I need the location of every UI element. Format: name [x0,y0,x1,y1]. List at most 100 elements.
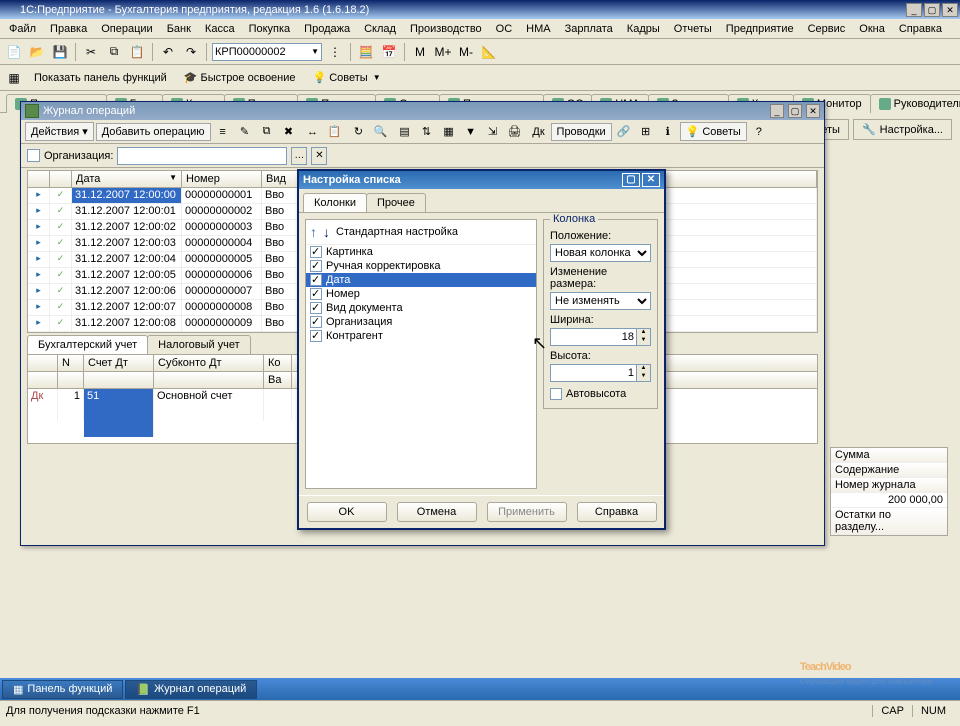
move-up-icon[interactable]: ↑ [310,224,317,240]
org-checkbox[interactable] [27,149,40,162]
list-icon[interactable]: ⋮ [325,42,345,62]
tab-nalog[interactable]: Налоговый учет [147,335,251,354]
menu-НМА[interactable]: НМА [519,21,557,37]
column-checkbox[interactable] [310,288,322,300]
ok-button[interactable]: OK [307,502,387,522]
undo-icon[interactable]: ↶ [158,42,178,62]
edit-icon[interactable]: ✎ [235,122,255,142]
column-item-4[interactable]: Вид документа [306,301,536,315]
help-icon[interactable]: ? [749,122,769,142]
height-input[interactable]: ▲▼ [550,364,651,382]
menu-Касса[interactable]: Касса [198,21,242,37]
journal-close-button[interactable]: ✕ [806,104,820,118]
task-panel-functions[interactable]: ▦ Панель функций [2,680,123,699]
cancel-button[interactable]: Отмена [397,502,477,522]
new-icon[interactable]: 📄 [4,42,24,62]
add-operation-button[interactable]: Добавить операцию [96,123,211,141]
panel-icon[interactable]: ▦ [4,68,24,88]
columns-list[interactable]: ↑ ↓ Стандартная настройка КартинкаРучная… [305,219,537,489]
journal-tips-button[interactable]: 💡Советы [680,122,747,141]
paste-icon[interactable]: 📋 [127,42,147,62]
column-item-6[interactable]: Контрагент [306,329,536,343]
dialog-maximize-button[interactable]: ▢ [622,173,640,187]
nav-icon[interactable]: ↔ [303,122,323,142]
mplus-icon[interactable]: M+ [433,42,453,62]
style-icon[interactable]: 📐 [479,42,499,62]
tips-button[interactable]: 💡Советы▼ [306,68,388,87]
doc-icon[interactable]: 📋 [325,122,345,142]
document-combo[interactable]: КРП00000002 ▼ [212,43,322,61]
org-clear-button[interactable]: … [291,147,307,165]
quick-learn-button[interactable]: 🎓Быстрое освоение [177,68,303,87]
menu-Производство[interactable]: Производство [403,21,489,37]
move-down-icon[interactable]: ↓ [323,224,330,240]
column-checkbox[interactable] [310,302,322,314]
calendar-icon[interactable]: 📅 [379,42,399,62]
menu-Файл[interactable]: Файл [2,21,43,37]
org-select-button[interactable]: ✕ [311,147,327,165]
menu-Склад[interactable]: Склад [357,21,403,37]
org-field[interactable] [117,147,287,165]
refresh-icon[interactable]: ↻ [349,122,369,142]
default-settings-link[interactable]: Стандартная настройка [336,226,458,238]
menu-Продажа[interactable]: Продажа [297,21,357,37]
delete-icon[interactable]: ✖ [279,122,299,142]
spin-down-icon[interactable]: ▼ [636,337,650,345]
width-input[interactable]: ▲▼ [550,328,651,346]
close-button[interactable]: ✕ [942,3,958,17]
menu-Кадры[interactable]: Кадры [620,21,667,37]
funnel-icon[interactable]: ▼ [461,122,481,142]
summary-ostatki[interactable]: Остатки по разделу... [831,508,947,535]
minimize-button[interactable]: _ [906,3,922,17]
link-icon[interactable]: 🔗 [614,122,634,142]
provodki-button[interactable]: Проводки [551,123,612,141]
menu-ОС[interactable]: ОС [489,21,520,37]
mminus-icon[interactable]: M- [456,42,476,62]
export-icon[interactable]: ⇲ [483,122,503,142]
tree-icon[interactable]: ⊞ [636,122,656,142]
add-icon[interactable]: ≡ [213,122,233,142]
info-icon[interactable]: ℹ [658,122,678,142]
tab-columns[interactable]: Колонки [303,193,367,212]
menu-Сервис[interactable]: Сервис [801,21,853,37]
task-journal[interactable]: 📗 Журнал операций [125,680,257,699]
column-item-0[interactable]: Картинка [306,245,536,259]
column-checkbox[interactable] [310,316,322,328]
column-item-5[interactable]: Организация [306,315,536,329]
menu-Окна[interactable]: Окна [852,21,892,37]
column-item-3[interactable]: Номер [306,287,536,301]
spin-down-icon[interactable]: ▼ [636,373,650,381]
actions-button[interactable]: Действия▾ [25,122,94,141]
resize-select[interactable]: Не изменять [550,292,651,310]
copy-icon[interactable]: ⧉ [104,42,124,62]
column-item-2[interactable]: Дата [306,273,536,287]
redo-icon[interactable]: ↷ [181,42,201,62]
menu-Предприятие[interactable]: Предприятие [719,21,801,37]
print-icon[interactable]: 🖨 [505,122,525,142]
show-panel-button[interactable]: Показать панель функций [27,69,174,87]
menu-Покупка[interactable]: Покупка [242,21,298,37]
menu-Банк[interactable]: Банк [160,21,198,37]
dk-icon[interactable]: Дк [529,122,549,142]
save-icon[interactable]: 💾 [50,42,70,62]
apply-button[interactable]: Применить [487,502,567,522]
column-item-1[interactable]: Ручная корректировка [306,259,536,273]
filter-icon[interactable]: ▤ [395,122,415,142]
help-button[interactable]: Справка [577,502,657,522]
find-icon[interactable]: 🔍 [371,122,391,142]
copy-row-icon[interactable]: ⧉ [257,122,277,142]
column-checkbox[interactable] [310,246,322,258]
autoheight-checkbox[interactable] [550,388,562,400]
position-select[interactable]: Новая колонка [550,244,651,262]
dialog-close-button[interactable]: ✕ [642,173,660,187]
restore-button[interactable]: ▢ [924,3,940,17]
menu-Правка[interactable]: Правка [43,21,94,37]
menu-Справка[interactable]: Справка [892,21,949,37]
menu-Операции[interactable]: Операции [94,21,159,37]
column-checkbox[interactable] [310,330,322,342]
menu-Зарплата[interactable]: Зарплата [558,21,620,37]
calc-icon[interactable]: 🧮 [356,42,376,62]
tab-bukh[interactable]: Бухгалтерский учет [27,335,148,354]
tab-other[interactable]: Прочее [366,193,426,212]
open-icon[interactable]: 📂 [27,42,47,62]
